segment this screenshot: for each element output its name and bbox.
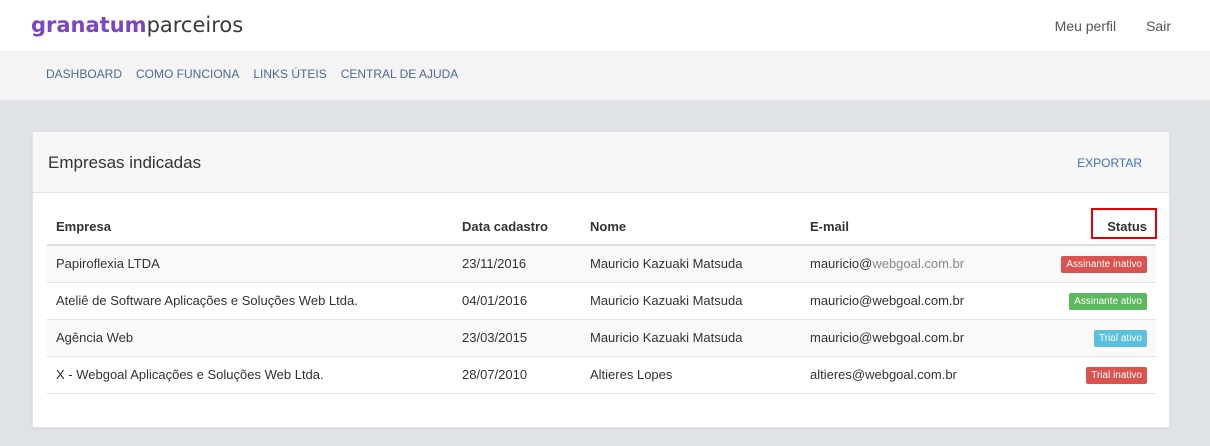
cell-data: 23/11/2016 (453, 245, 581, 283)
table-header-row: Empresa Data cadastro Nome E-mail Status (47, 207, 1158, 246)
table-row[interactable]: X - Webgoal Aplicações e Soluções Web Lt… (47, 356, 1156, 394)
my-profile-link[interactable]: Meu perfil (1055, 17, 1116, 35)
cell-empresa: Agência Web (47, 319, 453, 357)
cell-status: Assinante ativo (1031, 282, 1156, 320)
cell-status: Assinante inativo (1031, 245, 1156, 283)
col-status-header[interactable]: Status (1031, 207, 1158, 246)
col-empresa[interactable]: Empresa (47, 208, 453, 246)
status-header-label-wrap: Status (1091, 207, 1158, 239)
col-nome[interactable]: Nome (581, 208, 801, 246)
cell-status: Trial inativo (1031, 356, 1156, 394)
cell-email: mauricio@webgoal.com.br (801, 282, 1031, 320)
cell-status: Trial ativo (1031, 319, 1156, 357)
cell-empresa: Ateliê de Software Aplicações e Soluções… (47, 282, 453, 320)
col-data-cadastro[interactable]: Data cadastro (453, 208, 581, 246)
cell-nome: Altieres Lopes (581, 356, 801, 394)
email-user: mauricio@ (810, 256, 873, 272)
logo-sub: parceiros (146, 13, 244, 37)
status-badge: Assinante inativo (1061, 255, 1147, 273)
referred-companies-panel: Empresas indicadas EXPORTAR Empresa Data… (32, 131, 1170, 428)
logo-brand: granatum (31, 13, 147, 37)
nav-como-funciona[interactable]: COMO FUNCIONA (136, 66, 239, 82)
panel-header: Empresas indicadas EXPORTAR (33, 132, 1169, 193)
cell-data: 23/03/2015 (453, 319, 581, 357)
email-domain: webgoal.com.br (872, 256, 965, 272)
cell-empresa: Papiroflexia LTDA (47, 245, 453, 283)
logo[interactable]: granatumparceiros (31, 12, 243, 38)
status-badge: Assinante ativo (1069, 292, 1147, 310)
companies-table: Empresa Data cadastro Nome E-mail Status… (47, 207, 1158, 394)
table-row[interactable]: Agência Web 23/03/2015 Mauricio Kazuaki … (47, 319, 1156, 357)
status-badge: Trial ativo (1094, 329, 1147, 347)
cell-email: altieres@webgoal.com.br (801, 356, 1031, 394)
cell-data: 28/07/2010 (453, 356, 581, 394)
cell-data: 04/01/2016 (453, 282, 581, 320)
cell-empresa: X - Webgoal Aplicações e Soluções Web Lt… (47, 356, 453, 394)
export-button[interactable]: EXPORTAR (1077, 155, 1142, 171)
nav-links-uteis[interactable]: LINKS ÚTEIS (253, 66, 326, 82)
table-row[interactable]: Papiroflexia LTDA 23/11/2016 Mauricio Ka… (47, 245, 1156, 283)
logout-link[interactable]: Sair (1146, 17, 1171, 35)
col-email[interactable]: E-mail (801, 208, 1031, 246)
nav-central-de-ajuda[interactable]: CENTRAL DE AJUDA (341, 66, 459, 82)
highlight-box (1091, 207, 1158, 239)
table-row[interactable]: Ateliê de Software Aplicações e Soluções… (47, 282, 1156, 320)
cell-email: mauricio@webgoal.com.br (801, 319, 1031, 357)
cell-nome: Mauricio Kazuaki Matsuda (581, 245, 801, 283)
top-bar: granatumparceiros Meu perfil Sair (0, 0, 1210, 51)
cell-nome: Mauricio Kazuaki Matsuda (581, 319, 801, 357)
sub-nav: DASHBOARD COMO FUNCIONA LINKS ÚTEIS CENT… (0, 51, 1210, 101)
nav-dashboard[interactable]: DASHBOARD (46, 66, 122, 82)
top-nav: Meu perfil Sair (1055, 17, 1171, 35)
cell-nome: Mauricio Kazuaki Matsuda (581, 282, 801, 320)
status-badge: Trial inativo (1086, 366, 1147, 384)
cell-email: mauricio@webgoal.com.br (801, 245, 1031, 283)
panel-title: Empresas indicadas (48, 153, 202, 172)
